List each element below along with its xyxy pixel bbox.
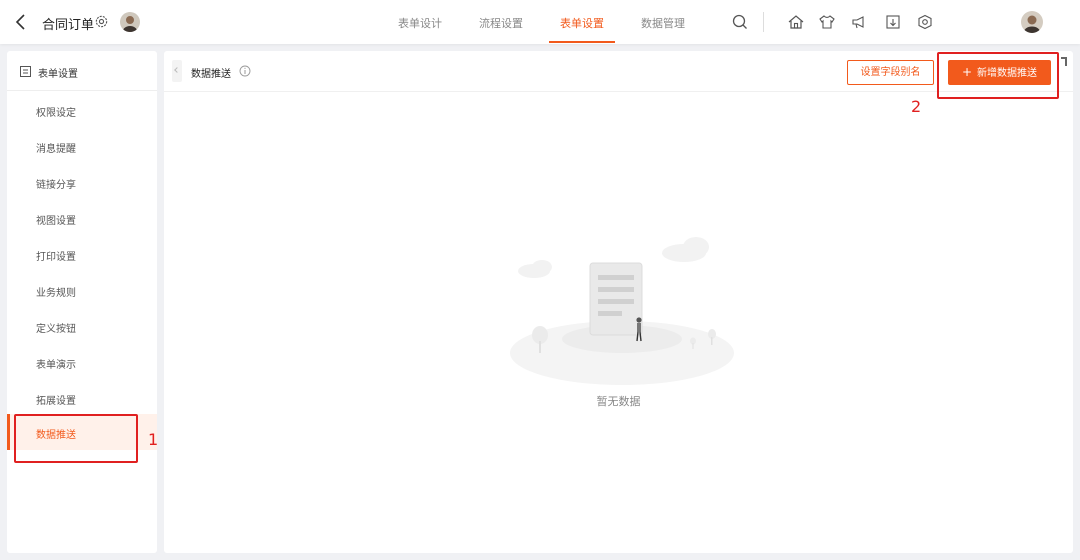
sidebar-item-form-demo[interactable]: 表单演示 bbox=[7, 344, 157, 380]
sidebar-item-label: 定义按钮 bbox=[36, 324, 76, 335]
sidebar-item-permissions[interactable]: 权限设定 bbox=[7, 92, 157, 128]
add-data-push-label: 新增数据推送 bbox=[977, 68, 1038, 79]
avatar[interactable] bbox=[120, 12, 140, 32]
search-icon[interactable] bbox=[731, 13, 749, 31]
sidebar-item-label: 消息提醒 bbox=[36, 144, 76, 155]
add-data-push-button[interactable]: + 新增数据推送 bbox=[948, 60, 1051, 85]
page-title: 数据推送 bbox=[191, 69, 231, 80]
shirt-icon[interactable] bbox=[818, 13, 836, 31]
sidebar-item-label: 拓展设置 bbox=[36, 396, 76, 407]
sidebar-item-label: 数据推送 bbox=[36, 430, 76, 441]
annotation-label-2: 2 bbox=[911, 97, 922, 116]
empty-state-text: 暂无数据 bbox=[596, 395, 641, 408]
sidebar-item-label: 权限设定 bbox=[36, 108, 76, 119]
sidebar-item-data-push[interactable]: 数据推送 bbox=[7, 414, 157, 450]
set-field-alias-button[interactable]: 设置字段别名 bbox=[847, 60, 934, 85]
sidebar-item-business-rules[interactable]: 业务规则 bbox=[7, 272, 157, 308]
empty-state-illustration bbox=[510, 237, 734, 385]
sidebar-item-link-sharing[interactable]: 链接分享 bbox=[7, 164, 157, 200]
main-header: 数据推送 设置字段别名 + 新增数据推送 bbox=[164, 51, 1073, 92]
back-arrow-icon[interactable] bbox=[14, 13, 28, 31]
sidebar-item-notifications[interactable]: 消息提醒 bbox=[7, 128, 157, 164]
megaphone-icon[interactable] bbox=[850, 13, 868, 31]
user-avatar[interactable] bbox=[1021, 11, 1043, 33]
sidebar-item-view-settings[interactable]: 视图设置 bbox=[7, 200, 157, 236]
sidebar-item-label: 业务规则 bbox=[36, 288, 76, 299]
tab-form-settings[interactable]: 表单设置 bbox=[560, 15, 604, 31]
main-panel: 数据推送 设置字段别名 + 新增数据推送 暂无数据 bbox=[164, 51, 1073, 553]
download-icon[interactable] bbox=[884, 13, 902, 31]
sidebar-item-label: 链接分享 bbox=[36, 180, 76, 191]
tab-data-management[interactable]: 数据管理 bbox=[641, 15, 685, 31]
sidebar-title: 表单设置 bbox=[38, 69, 78, 80]
tab-process-settings[interactable]: 流程设置 bbox=[479, 15, 523, 31]
sidebar-item-label: 打印设置 bbox=[36, 252, 76, 263]
list-icon bbox=[20, 66, 31, 77]
corner-bracket-icon bbox=[1061, 57, 1067, 66]
sidebar-item-print-settings[interactable]: 打印设置 bbox=[7, 236, 157, 272]
plus-icon: + bbox=[961, 65, 973, 79]
info-icon[interactable] bbox=[239, 65, 251, 77]
toolbar-divider bbox=[763, 12, 764, 32]
top-bar: 合同订单 表单设计 流程设置 表单设置 数据管理 bbox=[0, 0, 1080, 44]
active-tab-indicator bbox=[549, 41, 615, 43]
gear-icon[interactable] bbox=[94, 14, 109, 29]
settings-sidebar: 表单设置 权限设定 消息提醒 链接分享 视图设置 打印设置 业务规则 定义按钮 … bbox=[7, 51, 157, 553]
sidebar-item-extension-settings[interactable]: 拓展设置 bbox=[7, 380, 157, 416]
app-title: 合同订单 bbox=[42, 18, 95, 33]
home-icon[interactable] bbox=[787, 13, 805, 31]
annotation-label-1: 1 bbox=[148, 430, 159, 449]
settings-icon[interactable] bbox=[916, 13, 934, 31]
sidebar-item-label: 视图设置 bbox=[36, 216, 76, 227]
sidebar-header: 表单设置 bbox=[7, 51, 157, 91]
sidebar-item-custom-buttons[interactable]: 定义按钮 bbox=[7, 308, 157, 344]
sidebar-collapse-handle[interactable] bbox=[172, 60, 182, 82]
sidebar-item-label: 表单演示 bbox=[36, 360, 76, 371]
tab-form-design[interactable]: 表单设计 bbox=[398, 15, 442, 31]
